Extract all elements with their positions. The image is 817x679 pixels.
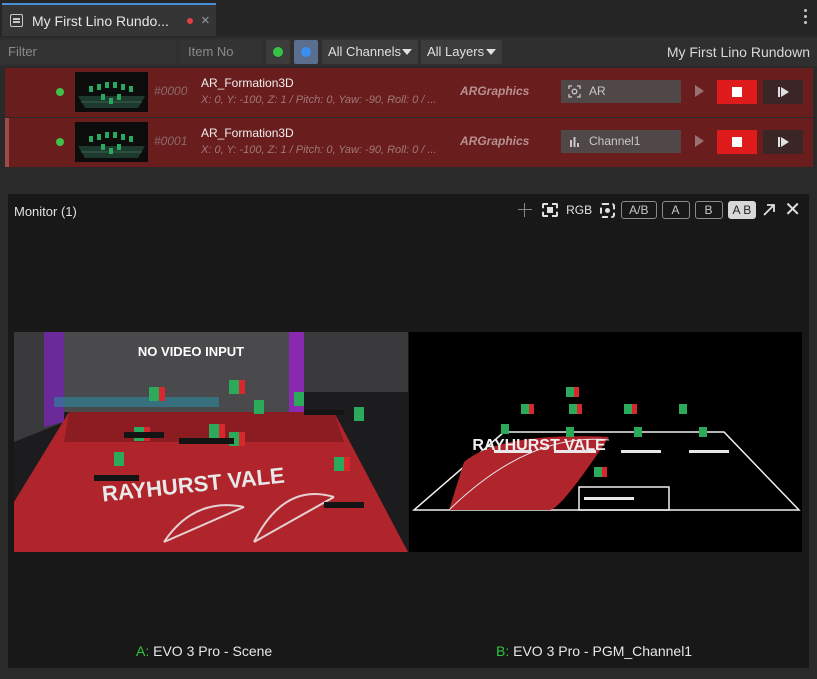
channels-dropdown[interactable]: All Channels	[322, 40, 418, 64]
green-dot-icon	[273, 47, 283, 57]
stop-button[interactable]	[717, 80, 757, 104]
filter-status-blue-button[interactable]	[294, 40, 318, 64]
next-button[interactable]	[763, 130, 803, 154]
item-name: AR_Formation3D	[201, 126, 294, 140]
next-icon	[778, 87, 780, 97]
close-tab-icon[interactable]: ×	[201, 13, 210, 28]
rundown-row[interactable]: #0000 AR_Formation3D X: 0, Y: -100, Z: 1…	[5, 68, 813, 117]
item-plugin: ARGraphics	[460, 134, 530, 148]
no-video-text: NO VIDEO INPUT	[138, 344, 244, 359]
view-b-program: RAYHURST VALE	[409, 332, 802, 552]
next-icon	[778, 137, 780, 147]
item-number-input[interactable]: Item No	[180, 40, 262, 64]
view-a-button[interactable]: A	[661, 201, 690, 219]
view-a-scene: NO VIDEO INPUT RAYHURST VALE	[14, 332, 408, 552]
channels-dropdown-label: All Channels	[328, 44, 401, 59]
item-params: X: 0, Y: -100, Z: 1 / Pitch: 0, Yaw: -90…	[201, 144, 437, 156]
item-name: AR_Formation3D	[201, 76, 294, 90]
item-thumbnail	[75, 122, 148, 162]
item-params: X: 0, Y: -100, Z: 1 / Pitch: 0, Yaw: -90…	[201, 94, 437, 106]
source-a-label: A: EVO 3 Pro - Scene	[136, 643, 273, 659]
play-icon[interactable]	[695, 135, 704, 147]
view-b-button[interactable]: B	[694, 201, 723, 219]
rgb-button[interactable]: RGB	[566, 203, 592, 217]
filter-status-green-button[interactable]	[266, 40, 290, 64]
fit-frame-icon[interactable]	[542, 203, 559, 217]
safe-area-icon[interactable]	[600, 202, 616, 218]
close-icon[interactable]: ✕	[784, 200, 801, 220]
filter-input[interactable]: Filter	[0, 40, 176, 64]
crosshair-icon[interactable]	[518, 203, 533, 217]
layers-dropdown-label: All Layers	[427, 44, 485, 59]
channel-label: Channel1	[589, 134, 641, 148]
monitor-title: Monitor (1)	[14, 204, 77, 219]
popout-icon[interactable]	[762, 203, 776, 217]
rundown-name: My First Lino Rundown	[666, 44, 810, 60]
rundown-row[interactable]: #0001 AR_Formation3D X: 0, Y: -100, Z: 1…	[5, 118, 813, 167]
monitor-toolbar: RGB A/B A B A B ✕	[512, 200, 801, 220]
layers-dropdown[interactable]: All Layers	[421, 40, 502, 64]
unsaved-indicator	[187, 17, 193, 24]
filter-bar: Filter Item No All Channels All Layers M…	[0, 38, 817, 66]
play-icon[interactable]	[695, 85, 704, 97]
document-icon	[10, 14, 23, 27]
channel-selector[interactable]: AR	[561, 80, 681, 103]
next-button[interactable]	[763, 80, 803, 104]
channel-label: AR	[589, 84, 606, 98]
blue-dot-icon	[301, 47, 311, 57]
status-dot-icon	[56, 88, 64, 96]
item-number: #0001	[154, 134, 188, 148]
item-thumbnail	[75, 72, 148, 112]
stop-icon	[732, 137, 742, 147]
more-options-icon[interactable]	[804, 9, 808, 27]
item-number: #0000	[154, 84, 188, 98]
item-plugin: ARGraphics	[460, 84, 530, 98]
source-b-label: B: EVO 3 Pro - PGM_Channel1	[496, 643, 693, 659]
channel-selector[interactable]: Channel1	[561, 130, 681, 153]
ar-scan-icon	[568, 85, 581, 98]
view-ab-button[interactable]: A B	[727, 201, 757, 219]
chevron-down-icon	[486, 49, 496, 55]
tab-title: My First Lino Rundo...	[32, 12, 169, 29]
chevron-down-icon	[402, 49, 412, 55]
status-dot-icon	[56, 138, 64, 146]
monitor-panel: Monitor (1) RGB A/B A B A B ✕ NO VIDEO I…	[8, 194, 809, 668]
bar-chart-icon	[570, 137, 579, 147]
stop-button[interactable]	[717, 130, 757, 154]
tab-bar: My First Lino Rundo... ×	[0, 0, 817, 36]
tab-rundown[interactable]: My First Lino Rundo... ×	[2, 3, 216, 36]
ab-split-button[interactable]: A/B	[621, 201, 657, 219]
stop-icon	[732, 87, 742, 97]
